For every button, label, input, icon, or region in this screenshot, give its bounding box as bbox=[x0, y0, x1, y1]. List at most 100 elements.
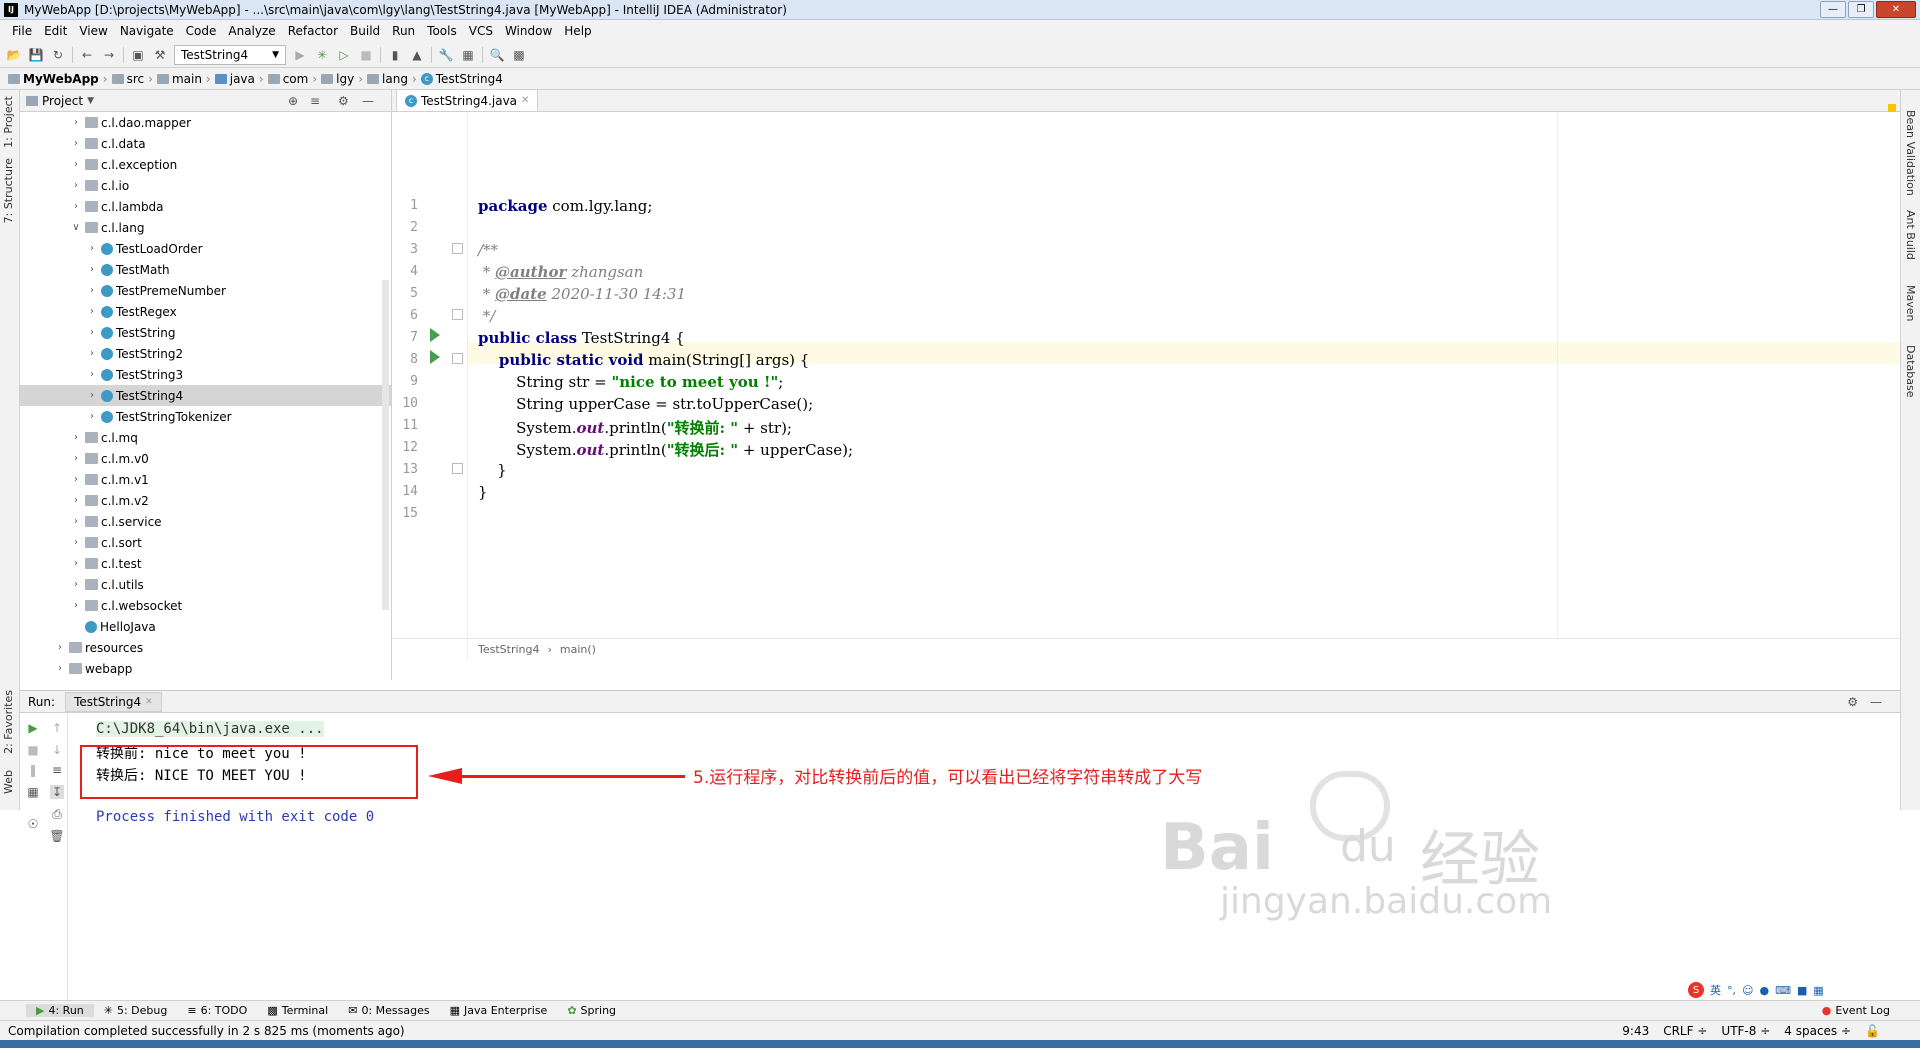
tree-item[interactable]: › c.l.dao.mapper bbox=[20, 112, 391, 133]
code-line-4[interactable]: * @author zhangsan bbox=[478, 263, 644, 281]
run-class-icon[interactable] bbox=[430, 328, 440, 342]
chevron-right-icon[interactable]: › bbox=[86, 264, 98, 275]
tree-item[interactable]: › TestString bbox=[20, 322, 391, 343]
tree-item[interactable]: › TestStringTokenizer bbox=[20, 406, 391, 427]
chevron-right-icon[interactable]: › bbox=[86, 306, 98, 317]
tree-item[interactable]: › resources bbox=[20, 637, 391, 658]
breadcrumb-src[interactable]: src bbox=[111, 72, 144, 86]
run-tab[interactable]: TestString4 ✕ bbox=[65, 691, 162, 712]
code-line-13[interactable]: } bbox=[478, 461, 507, 479]
breadcrumb-class[interactable]: c TestString4 bbox=[420, 72, 503, 86]
tree-item[interactable]: › TestRegex bbox=[20, 301, 391, 322]
menu-code[interactable]: Code bbox=[180, 24, 223, 38]
vcs-commit-icon[interactable]: ▲ bbox=[409, 47, 425, 63]
rerun-icon[interactable]: ▶ bbox=[26, 721, 40, 735]
open-folder-icon[interactable]: 📂 bbox=[6, 47, 22, 63]
tree-item[interactable]: ∨ c.l.lang bbox=[20, 217, 391, 238]
debug-icon[interactable]: ✳ bbox=[314, 47, 330, 63]
skin-icon[interactable]: ■ bbox=[1797, 984, 1807, 997]
editor-crumb-method[interactable]: main() bbox=[560, 643, 596, 656]
hammer-icon[interactable]: ⚒ bbox=[152, 47, 168, 63]
line-separator[interactable]: CRLF ÷ bbox=[1663, 1024, 1707, 1038]
chevron-right-icon[interactable]: › bbox=[86, 285, 98, 296]
back-icon[interactable]: ← bbox=[79, 47, 95, 63]
tree-item[interactable]: › c.l.service bbox=[20, 511, 391, 532]
tree-item[interactable]: › c.l.lambda bbox=[20, 196, 391, 217]
tree-item[interactable]: › c.l.m.v2 bbox=[20, 490, 391, 511]
voice-icon[interactable]: ● bbox=[1759, 984, 1769, 997]
chevron-right-icon[interactable]: › bbox=[70, 201, 82, 212]
chevron-right-icon[interactable]: › bbox=[70, 600, 82, 611]
chevron-right-icon[interactable]: › bbox=[70, 117, 82, 128]
tree-item[interactable]: › c.l.mq bbox=[20, 427, 391, 448]
code-line-6[interactable]: */ bbox=[478, 307, 496, 325]
code-line-7[interactable]: public class TestString4 { bbox=[478, 329, 685, 347]
locate-icon[interactable]: ⊕ bbox=[288, 94, 298, 108]
close-icon[interactable]: ✕ bbox=[521, 95, 529, 106]
menu-tools[interactable]: Tools bbox=[421, 24, 463, 38]
code-line-14[interactable]: } bbox=[478, 483, 488, 501]
tab-bean-validation[interactable]: Bean Validation bbox=[1904, 110, 1917, 196]
chevron-right-icon[interactable]: › bbox=[54, 663, 66, 674]
tree-item[interactable]: › webapp bbox=[20, 658, 391, 679]
chevron-right-icon[interactable]: › bbox=[70, 474, 82, 485]
chevron-right-icon[interactable]: › bbox=[70, 558, 82, 569]
menu-refactor[interactable]: Refactor bbox=[282, 24, 344, 38]
breadcrumb-lgy[interactable]: lgy bbox=[321, 72, 354, 86]
tree-item[interactable]: › TestLoadOrder bbox=[20, 238, 391, 259]
fold-icon[interactable] bbox=[452, 243, 463, 254]
chevron-right-icon[interactable]: › bbox=[70, 516, 82, 527]
tool-run[interactable]: ▶ 4: Run bbox=[26, 1004, 94, 1017]
breadcrumb-lang[interactable]: lang bbox=[367, 72, 408, 86]
menu-file[interactable]: File bbox=[6, 24, 38, 38]
code-line-12[interactable]: System.out.println("转换后: " + upperCase); bbox=[478, 439, 853, 460]
chevron-right-icon[interactable]: › bbox=[86, 411, 98, 422]
menu-window[interactable]: Window bbox=[499, 24, 558, 38]
code-line-8[interactable]: public static void main(String[] args) { bbox=[478, 351, 809, 369]
tree-item[interactable]: › TestString3 bbox=[20, 364, 391, 385]
menu-analyze[interactable]: Analyze bbox=[222, 24, 281, 38]
chevron-right-icon[interactable]: › bbox=[70, 537, 82, 548]
tree-item[interactable]: › TestPremeNumber bbox=[20, 280, 391, 301]
tool-java-enterprise[interactable]: ▦ Java Enterprise bbox=[440, 1004, 558, 1017]
chevron-right-icon[interactable]: › bbox=[86, 390, 98, 401]
tool-todo[interactable]: ≡ 6: TODO bbox=[177, 1004, 257, 1017]
chevron-right-icon[interactable]: › bbox=[86, 327, 98, 338]
hide-icon[interactable]: — bbox=[1870, 695, 1882, 709]
menu-edit[interactable]: Edit bbox=[38, 24, 73, 38]
menu-help[interactable]: Help bbox=[558, 24, 597, 38]
breadcrumb-main[interactable]: main bbox=[156, 72, 202, 86]
stop-icon[interactable]: ■ bbox=[358, 47, 374, 63]
code-line-5[interactable]: * @date 2020-11-30 14:31 bbox=[478, 285, 686, 303]
run-method-icon[interactable] bbox=[430, 350, 440, 364]
punctuation-icon[interactable]: °, bbox=[1727, 984, 1736, 997]
stop-icon[interactable]: ■ bbox=[26, 743, 40, 757]
breadcrumb-project[interactable]: MyWebApp bbox=[8, 72, 99, 86]
tool-messages[interactable]: ✉ 0: Messages bbox=[338, 1004, 439, 1017]
caret-position[interactable]: 9:43 bbox=[1622, 1024, 1649, 1038]
tab-project[interactable]: 1: Project bbox=[2, 96, 15, 148]
tab-web[interactable]: Web bbox=[2, 770, 15, 794]
chevron-right-icon[interactable]: › bbox=[70, 159, 82, 170]
menu-view[interactable]: View bbox=[73, 24, 113, 38]
run-config-select[interactable]: TestString4 ▼ bbox=[174, 44, 286, 65]
tree-item[interactable]: › c.l.m.v1 bbox=[20, 469, 391, 490]
wrench-icon[interactable]: 🔧 bbox=[438, 47, 454, 63]
task-icon[interactable]: ▩ bbox=[511, 47, 527, 63]
trash-icon[interactable]: 🗑 bbox=[49, 829, 64, 843]
chevron-right-icon[interactable]: › bbox=[70, 453, 82, 464]
tab-maven[interactable]: Maven bbox=[1904, 285, 1917, 321]
vcs-update-icon[interactable]: ▮ bbox=[387, 47, 403, 63]
build-module-icon[interactable]: ▣ bbox=[130, 47, 146, 63]
menu-vcs[interactable]: VCS bbox=[463, 24, 499, 38]
close-icon[interactable]: ✕ bbox=[145, 697, 153, 707]
chevron-right-icon[interactable]: › bbox=[70, 579, 82, 590]
project-view-label[interactable]: Project bbox=[42, 94, 83, 108]
chevron-right-icon[interactable]: › bbox=[70, 432, 82, 443]
tool-terminal[interactable]: ▩ Terminal bbox=[257, 1004, 338, 1017]
editor-crumb-class[interactable]: TestString4 bbox=[478, 643, 540, 656]
tree-item[interactable]: › TestMath bbox=[20, 259, 391, 280]
breadcrumb-java[interactable]: java bbox=[214, 72, 255, 86]
tab-database[interactable]: Database bbox=[1904, 345, 1917, 398]
tree-item[interactable]: › TestString4 bbox=[20, 385, 391, 406]
